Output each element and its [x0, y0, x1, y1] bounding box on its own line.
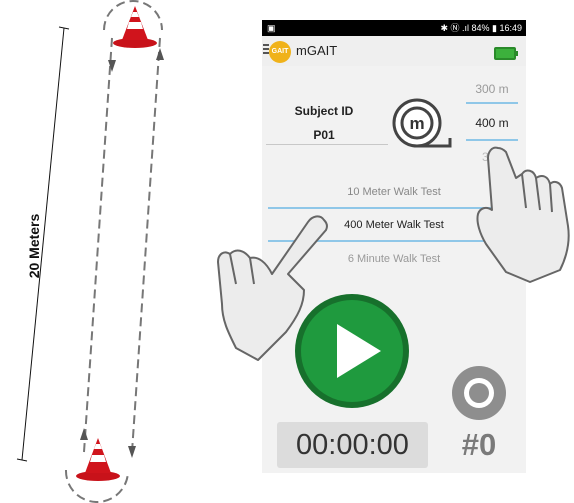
- distance-label: 20 Meters: [26, 213, 42, 279]
- image-icon: ▣: [267, 23, 276, 33]
- status-bar: ▣ ✱ Ⓝ .ıl 84% ▮ 16:49: [262, 20, 526, 36]
- picker-divider-top: [466, 102, 518, 104]
- tape-measure-icon: m: [392, 98, 452, 148]
- app-title: mGAIT: [296, 43, 338, 58]
- bottom-cone-icon: [76, 438, 120, 481]
- distance-option-400-selected[interactable]: 400 m: [468, 116, 516, 130]
- distance-option-300[interactable]: 300 m: [468, 82, 516, 96]
- pointing-hand-right-icon: [476, 146, 570, 283]
- app-logo: GAIT: [269, 41, 291, 63]
- record-icon: [469, 383, 489, 403]
- picker-divider-bottom: [466, 139, 518, 141]
- status-indicators: ✱ Ⓝ .ıl 84% ▮ 16:49: [440, 23, 522, 33]
- top-cone-icon: [113, 6, 157, 48]
- pointing-hand-left-icon: [217, 215, 329, 361]
- app-bar: GAIT mGAIT: [262, 36, 526, 66]
- timer-display: 00:00:00: [277, 422, 428, 468]
- record-button[interactable]: [451, 365, 507, 421]
- walking-path: [83, 37, 161, 453]
- lap-counter: #0: [461, 427, 497, 462]
- subject-id-label: Subject ID: [294, 104, 354, 118]
- subject-id-underline: [266, 144, 388, 145]
- subject-id-field[interactable]: P01: [294, 128, 354, 142]
- battery-icon: [494, 47, 518, 60]
- svg-text:m: m: [409, 114, 424, 133]
